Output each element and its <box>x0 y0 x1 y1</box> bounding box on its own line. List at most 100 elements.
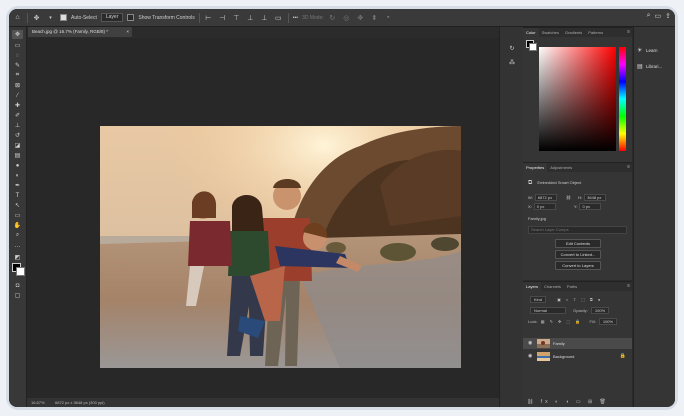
width-field[interactable]: 6872 px <box>534 194 557 201</box>
tab-gradients[interactable]: Gradients <box>562 28 585 37</box>
eyedropper-tool-icon[interactable]: ⁄ <box>12 91 23 100</box>
height-field[interactable]: 3648 px <box>584 194 607 201</box>
tab-layers[interactable]: Layers <box>523 282 542 291</box>
color-picker-field[interactable] <box>539 47 616 151</box>
hand-tool-icon[interactable]: ✋ <box>12 221 23 230</box>
dodge-tool-icon[interactable]: ◐ <box>12 171 23 180</box>
eraser-tool-icon[interactable]: ◪ <box>12 141 23 150</box>
gradient-tool-icon[interactable]: ▤ <box>12 151 23 160</box>
zoom-level[interactable]: 16.67% <box>31 398 45 407</box>
3d-slide-icon[interactable]: ⬍ <box>369 12 380 23</box>
align-bottom-icon[interactable]: ▭ <box>273 12 284 23</box>
layers-panel-tabs: Layers Channels Paths <box>523 282 632 291</box>
auto-select-dropdown[interactable]: Layer <box>100 13 124 22</box>
convert-to-layers-button[interactable]: Convert to Layers <box>555 261 601 270</box>
3d-pan-icon[interactable]: ✥ <box>355 12 366 23</box>
visibility-eye-icon[interactable]: ◉ <box>528 353 532 359</box>
background-color-swatch[interactable] <box>16 267 25 276</box>
smart-object-icon: ⧉ <box>528 180 533 186</box>
3d-scale-icon[interactable]: ▪ <box>383 12 394 23</box>
move-icon[interactable]: ✥ <box>31 12 42 23</box>
window-controls: ⌕ ▭ ⇪ <box>647 12 671 20</box>
layer-comps-search[interactable]: Search Layer Comps <box>528 226 627 234</box>
chevron-down-icon[interactable]: ▾ <box>45 12 56 23</box>
clone-stamp-tool-icon[interactable]: ⊥ <box>12 121 23 130</box>
align-center-icon[interactable]: ⊣ <box>217 12 228 23</box>
crop-tool-icon[interactable]: ⌗ <box>12 71 23 80</box>
convert-to-linked-button[interactable]: Convert to Linked... <box>555 250 601 259</box>
link-icon[interactable]: ⛓ <box>566 195 571 200</box>
tab-adjustments[interactable]: Adjustments <box>547 163 575 172</box>
align-left-icon[interactable]: ⊢ <box>203 12 214 23</box>
lasso-tool-icon[interactable]: ◌ <box>12 51 23 60</box>
tab-patterns[interactable]: Patterns <box>585 28 606 37</box>
quick-select-tool-icon[interactable]: ✎ <box>12 61 23 70</box>
show-transform-checkbox[interactable] <box>127 14 135 21</box>
y-field[interactable]: 0 px <box>579 203 602 210</box>
rectangle-tool-icon[interactable]: ▭ <box>12 211 23 220</box>
path-selection-tool-icon[interactable]: ↖ <box>12 201 23 210</box>
zoom-tool-icon[interactable]: ⌕ <box>12 231 23 240</box>
libraries-panel-button[interactable]: ▤ Librari... <box>637 63 662 70</box>
history-icon[interactable]: ↻ <box>506 45 518 55</box>
layer-filter-row: Kind ▣ ◐ T ⬚ ⧉ ● <box>528 296 602 303</box>
lock-icons[interactable]: ▦ ✎ ✥ ⬚ 🔒 <box>541 319 583 324</box>
align-right-icon[interactable]: ⊤ <box>231 12 242 23</box>
x-field[interactable]: 0 px <box>533 203 556 210</box>
panel-menu-icon[interactable]: ≡ <box>627 163 630 172</box>
layer-name[interactable]: Family <box>553 338 565 349</box>
close-tab-icon[interactable]: × <box>126 27 129 37</box>
layer-name[interactable]: Background <box>553 351 574 362</box>
align-top-icon[interactable]: ⊥ <box>245 12 256 23</box>
share-icon[interactable]: ⇪ <box>665 12 671 20</box>
blend-mode-dropdown[interactable]: Normal <box>530 307 566 314</box>
layers-footer-icons[interactable]: ⛓ fx ◐ ◑ ▭ ⊞ 🗑 <box>527 399 609 405</box>
blur-tool-icon[interactable]: ● <box>12 161 23 170</box>
document-tab[interactable]: Beach.jpg @ 16.7% (Family, RGB/8) * × <box>28 27 132 37</box>
brush-tool-icon[interactable]: ✐ <box>12 111 23 120</box>
search-icon[interactable]: ⌕ <box>647 12 651 20</box>
layer-row-family[interactable]: ◉ Family <box>523 338 632 349</box>
move-tool-icon[interactable]: ✥ <box>12 30 23 39</box>
tab-properties[interactable]: Properties <box>523 163 548 172</box>
edit-contents-button[interactable]: Edit Contents <box>555 239 601 248</box>
learn-panel-button[interactable]: ☀ Learn <box>637 47 658 54</box>
artboard-tool-icon[interactable]: ▭ <box>12 41 23 50</box>
more-tools-icon[interactable]: … <box>12 241 23 250</box>
more-options-button[interactable]: ••• <box>293 15 298 21</box>
brush-settings-icon[interactable]: ⁂ <box>506 59 518 69</box>
home-icon[interactable]: ⌂ <box>12 12 23 23</box>
background-color-swatch[interactable] <box>529 43 537 51</box>
quick-mask-icon[interactable]: ◘ <box>12 281 23 290</box>
pen-tool-icon[interactable]: ✒ <box>12 181 23 190</box>
auto-select-checkbox[interactable] <box>60 14 67 21</box>
default-colors-icon[interactable]: ◩ <box>12 253 23 262</box>
opacity-field[interactable]: 100% <box>590 307 610 314</box>
visibility-eye-icon[interactable]: ◉ <box>528 340 532 346</box>
beach-family-photo[interactable] <box>100 126 461 368</box>
tab-color[interactable]: Color <box>523 28 539 37</box>
screen-mode-icon[interactable]: ▢ <box>12 291 23 300</box>
align-middle-icon[interactable]: ⊥ <box>259 12 270 23</box>
healing-brush-tool-icon[interactable]: ✚ <box>12 101 23 110</box>
workspace-icon[interactable]: ▭ <box>655 12 662 20</box>
hue-slider[interactable] <box>619 47 626 151</box>
3d-mode-label: 3D Mode: <box>302 14 324 21</box>
kind-filter-dropdown[interactable]: Kind <box>530 296 547 303</box>
document-info: 6872 px x 3648 px (300 ppi) <box>55 400 105 405</box>
panel-menu-icon[interactable]: ≡ <box>627 28 630 37</box>
canvas-area[interactable] <box>27 38 499 398</box>
object-type-label: Embedded Smart Object <box>537 180 582 185</box>
history-brush-tool-icon[interactable]: ↺ <box>12 131 23 140</box>
panel-menu-icon[interactable]: ≡ <box>627 282 630 291</box>
layer-row-background[interactable]: ◉ Background 🔒 <box>523 351 632 362</box>
fill-field[interactable]: 100% <box>598 318 618 325</box>
tab-swatches[interactable]: Swatches <box>539 28 562 37</box>
tab-paths[interactable]: Paths <box>564 282 580 291</box>
tab-channels[interactable]: Channels <box>541 282 564 291</box>
filter-icons[interactable]: ▣ ◐ T ⬚ ⧉ ● <box>557 297 602 302</box>
3d-rotate-icon[interactable]: ↻ <box>327 12 338 23</box>
frame-tool-icon[interactable]: ⊠ <box>12 81 23 90</box>
3d-roll-icon[interactable]: ◎ <box>341 12 352 23</box>
type-tool-icon[interactable]: T <box>12 191 23 200</box>
